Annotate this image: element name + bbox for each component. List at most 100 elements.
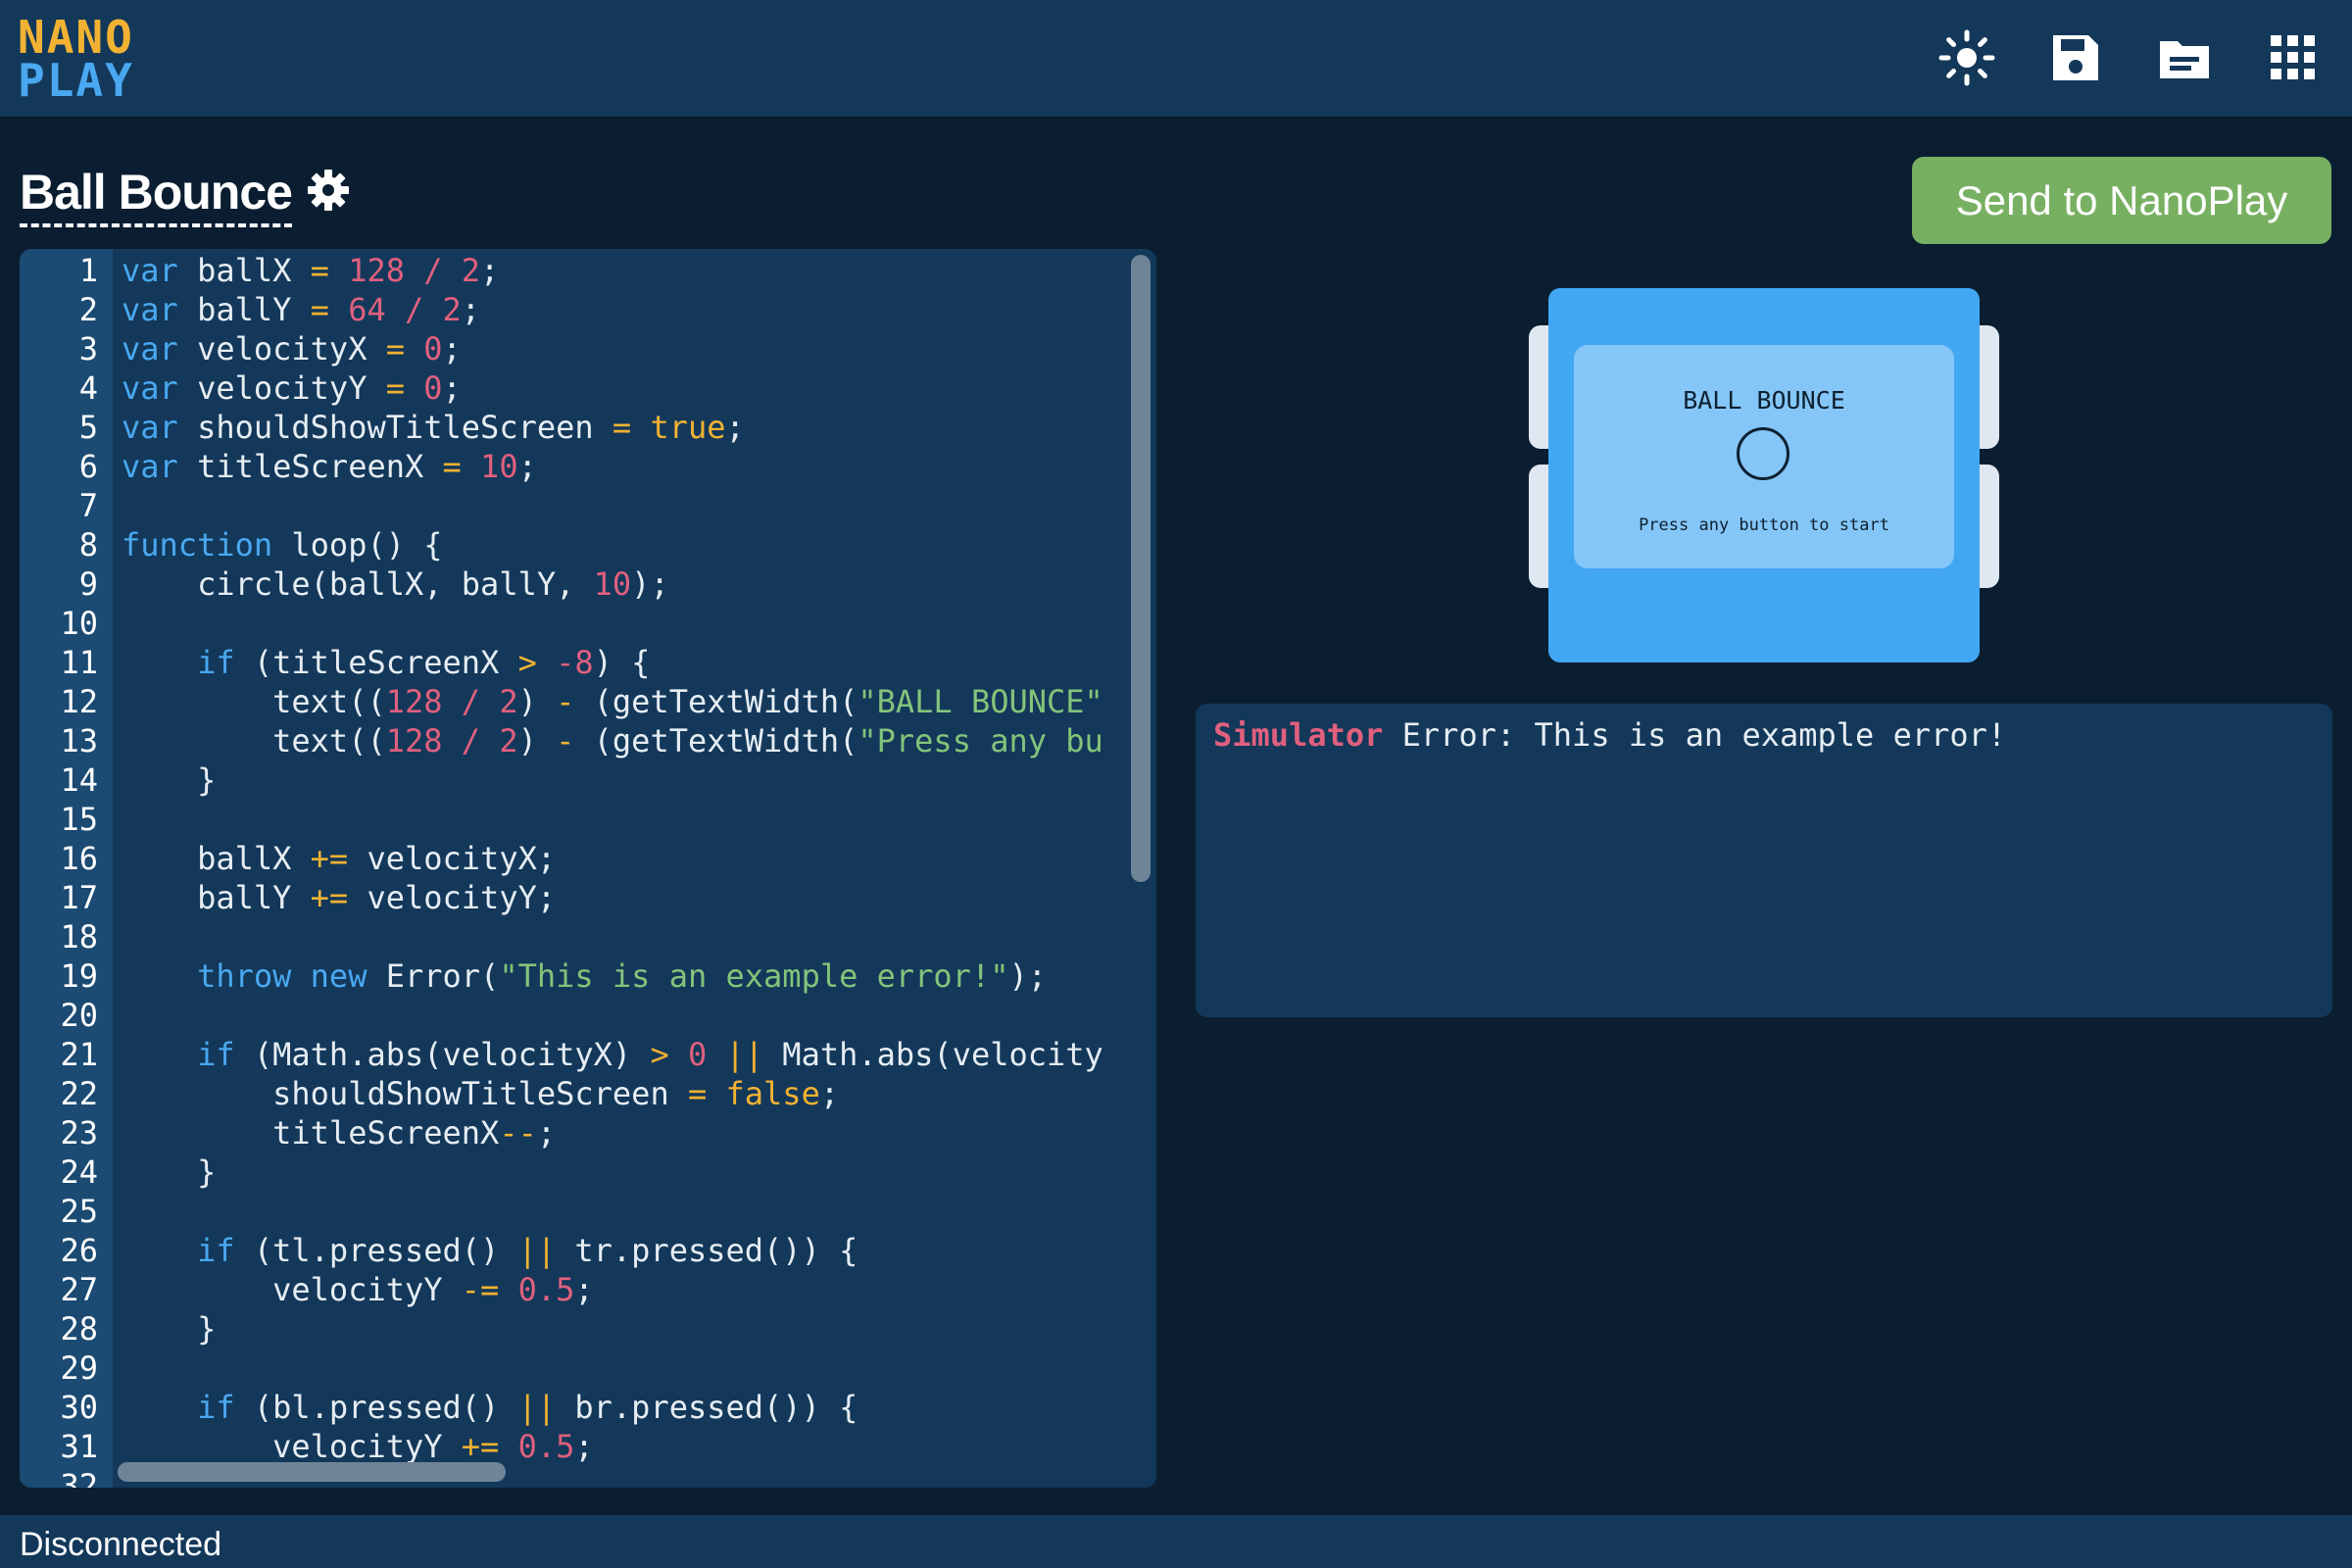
line-number: 6 xyxy=(78,448,98,485)
line-number: 16 xyxy=(60,840,98,877)
code-line[interactable]: 18 xyxy=(20,917,1149,956)
code-line[interactable]: 9 circle(ballX, ballY, 10); xyxy=(20,564,1149,604)
screen-subtitle: Press any button to start xyxy=(1639,515,1889,535)
code-text[interactable]: throw new Error("This is an example erro… xyxy=(122,956,1147,996)
code-text[interactable]: if (tl.pressed() || tr.pressed()) { xyxy=(122,1231,1147,1270)
code-line[interactable]: 24 } xyxy=(20,1152,1149,1192)
error-message-line: Simulator Error: This is an example erro… xyxy=(1213,715,2006,755)
line-number: 30 xyxy=(60,1389,98,1426)
code-text[interactable]: var shouldShowTitleScreen = true; xyxy=(122,408,1147,447)
connection-status: Disconnected xyxy=(20,1526,222,1563)
code-text[interactable]: var ballY = 64 / 2; xyxy=(122,290,1147,329)
code-line[interactable]: 26 if (tl.pressed() || tr.pressed()) { xyxy=(20,1231,1149,1270)
code-text[interactable]: if (titleScreenX > -8) { xyxy=(122,643,1147,682)
line-number: 23 xyxy=(60,1114,98,1152)
code-line[interactable]: 8 function loop() { xyxy=(20,525,1149,564)
code-text[interactable]: var velocityY = 0; xyxy=(122,368,1147,408)
line-number: 7 xyxy=(78,487,98,524)
code-line[interactable]: 23 titleScreenX--; xyxy=(20,1113,1149,1152)
line-number: 11 xyxy=(60,644,98,681)
code-text[interactable]: text((128 / 2) - (getTextWidth("BALL BOU… xyxy=(122,682,1147,721)
code-text[interactable]: velocityY += 0.5; xyxy=(122,1427,1147,1466)
code-text[interactable]: circle(ballX, ballY, 10); xyxy=(122,564,1147,604)
code-text[interactable]: var titleScreenX = 10; xyxy=(122,447,1147,486)
code-line[interactable]: 7 xyxy=(20,486,1149,525)
vertical-scrollbar[interactable] xyxy=(1131,255,1151,882)
open-folder-button[interactable] xyxy=(2154,27,2215,88)
line-number: 22 xyxy=(60,1075,98,1112)
code-line[interactable]: 28 } xyxy=(20,1309,1149,1348)
code-line[interactable]: 20 xyxy=(20,996,1149,1035)
code-lines[interactable]: 1 var ballX = 128 / 2; 2 var ballY = 64 / 2… xyxy=(20,249,1149,1488)
apps-menu-button[interactable] xyxy=(2263,27,2324,88)
line-number: 18 xyxy=(60,918,98,956)
code-text[interactable]: var ballX = 128 / 2; xyxy=(122,251,1147,290)
line-number: 14 xyxy=(60,761,98,799)
line-number: 2 xyxy=(78,291,98,328)
line-number: 12 xyxy=(60,683,98,720)
logo-line-2: PLAY xyxy=(18,54,134,107)
code-text[interactable]: text((128 / 2) - (getTextWidth("Press an… xyxy=(122,721,1147,760)
code-text[interactable]: velocityY -= 0.5; xyxy=(122,1270,1147,1309)
code-line[interactable]: 31 velocityY += 0.5; xyxy=(20,1427,1149,1466)
logo-line-1: NANO xyxy=(18,11,134,64)
save-button[interactable] xyxy=(2045,27,2106,88)
code-line[interactable]: 1 var ballX = 128 / 2; xyxy=(20,251,1149,290)
code-text[interactable]: ballY += velocityY; xyxy=(122,878,1147,917)
code-text[interactable]: if (bl.pressed() || br.pressed()) { xyxy=(122,1388,1147,1427)
code-line[interactable]: 21 if (Math.abs(velocityX) > 0 || Math.a… xyxy=(20,1035,1149,1074)
line-number: 9 xyxy=(78,565,98,603)
code-line[interactable]: 16 ballX += velocityX; xyxy=(20,839,1149,878)
line-number: 5 xyxy=(78,409,98,446)
code-line[interactable]: 27 velocityY -= 0.5; xyxy=(20,1270,1149,1309)
error-label: Simulator xyxy=(1213,716,1384,754)
code-line[interactable]: 6 var titleScreenX = 10; xyxy=(20,447,1149,486)
gear-icon[interactable] xyxy=(306,168,351,213)
code-text[interactable]: ballX += velocityX; xyxy=(122,839,1147,878)
code-line[interactable]: 22 shouldShowTitleScreen = false; xyxy=(20,1074,1149,1113)
code-line[interactable]: 12 text((128 / 2) - (getTextWidth("BALL … xyxy=(20,682,1149,721)
send-to-nanoplay-button[interactable]: Send to NanoPlay xyxy=(1912,157,2331,244)
save-icon xyxy=(2053,35,2098,80)
line-number: 3 xyxy=(78,330,98,368)
project-title[interactable]: Ball Bounce xyxy=(20,163,293,227)
code-text[interactable]: } xyxy=(122,760,1147,800)
error-message: Error: This is an example error! xyxy=(1383,716,2007,754)
line-number: 24 xyxy=(60,1153,98,1191)
code-text[interactable]: if (Math.abs(velocityX) > 0 || Math.abs(… xyxy=(122,1035,1147,1074)
code-text[interactable]: titleScreenX--; xyxy=(122,1113,1147,1152)
code-line[interactable]: 25 xyxy=(20,1192,1149,1231)
nanoplay-logo: NANO PLAY xyxy=(18,11,134,107)
line-number: 25 xyxy=(60,1193,98,1230)
line-number: 21 xyxy=(60,1036,98,1073)
code-text[interactable]: var velocityX = 0; xyxy=(122,329,1147,368)
status-bar: Disconnected xyxy=(0,1515,2352,1568)
code-line[interactable]: 30 if (bl.pressed() || br.pressed()) { xyxy=(20,1388,1149,1427)
grid-icon xyxy=(2271,35,2315,79)
theme-toggle-button[interactable] xyxy=(1936,27,1997,88)
line-number: 32 xyxy=(60,1467,98,1488)
code-line[interactable]: 4 var velocityY = 0; xyxy=(20,368,1149,408)
code-text[interactable]: } xyxy=(122,1309,1147,1348)
code-line[interactable]: 11 if (titleScreenX > -8) { xyxy=(20,643,1149,682)
line-number: 28 xyxy=(60,1310,98,1348)
code-line[interactable]: 10 xyxy=(20,604,1149,643)
code-line[interactable]: 17 ballY += velocityY; xyxy=(20,878,1149,917)
horizontal-scrollbar[interactable] xyxy=(118,1462,506,1482)
code-line[interactable]: 29 xyxy=(20,1348,1149,1388)
code-text[interactable]: } xyxy=(122,1152,1147,1192)
code-line[interactable]: 19 throw new Error("This is an example e… xyxy=(20,956,1149,996)
code-text[interactable]: shouldShowTitleScreen = false; xyxy=(122,1074,1147,1113)
code-editor[interactable]: 1 var ballX = 128 / 2; 2 var ballY = 64 / 2… xyxy=(20,249,1156,1488)
line-number: 17 xyxy=(60,879,98,916)
code-line[interactable]: 5 var shouldShowTitleScreen = true; xyxy=(20,408,1149,447)
code-line[interactable]: 13 text((128 / 2) - (getTextWidth("Press… xyxy=(20,721,1149,760)
code-line[interactable]: 3 var velocityX = 0; xyxy=(20,329,1149,368)
line-number: 20 xyxy=(60,997,98,1034)
line-number: 19 xyxy=(60,957,98,995)
top-bar: NANO PLAY xyxy=(0,0,2352,119)
code-line[interactable]: 15 xyxy=(20,800,1149,839)
code-line[interactable]: 2 var ballY = 64 / 2; xyxy=(20,290,1149,329)
code-line[interactable]: 14 } xyxy=(20,760,1149,800)
code-text[interactable]: function loop() { xyxy=(122,525,1147,564)
